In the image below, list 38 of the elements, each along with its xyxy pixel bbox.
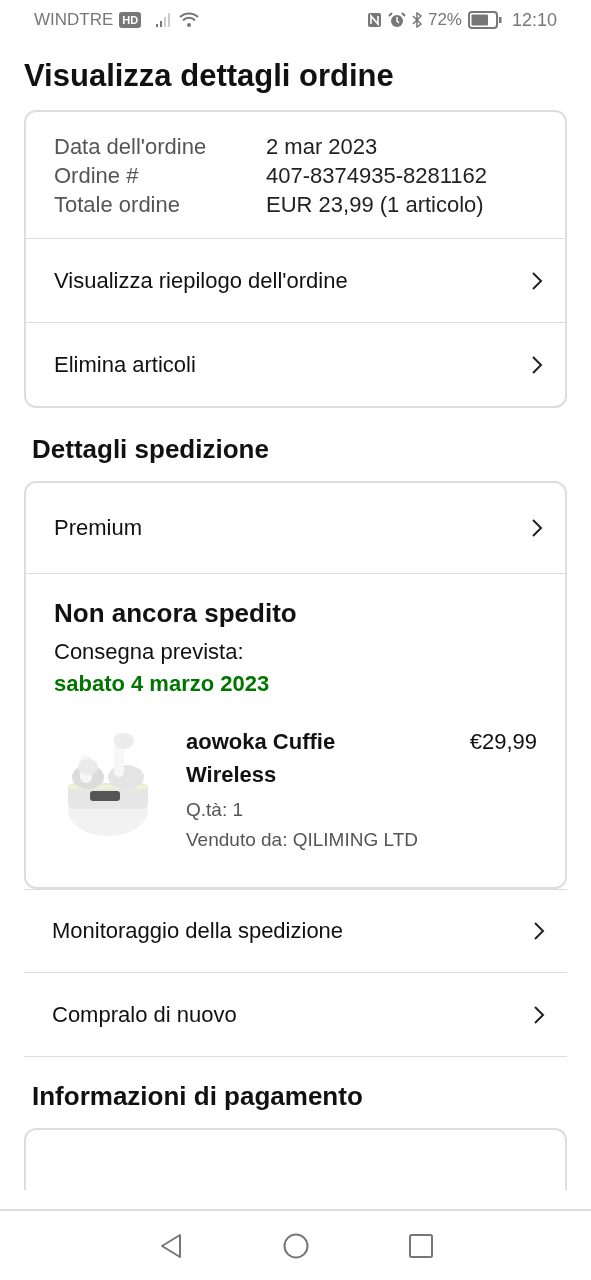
field-value: 2 mar 2023 (266, 134, 379, 160)
chevron-icon (531, 270, 543, 291)
field-label: Totale ordine (54, 192, 181, 218)
bluetooth-icon (411, 12, 422, 28)
chevron-icon (531, 518, 543, 538)
link-row[interactable]: Visualizza riepilogo dell'ordine (26, 238, 565, 322)
alarm-icon (387, 12, 406, 28)
delivery-label: Consegna prevista: (54, 639, 245, 665)
link-row[interactable]: Elimina articoli (26, 322, 565, 406)
link-row[interactable]: Compralo di nuovo (24, 973, 567, 1057)
chevron-icon (531, 354, 543, 375)
battery-icon (467, 11, 502, 29)
product-name[interactable]: aowoka Cuffie Wireless (186, 725, 386, 791)
chevron-icon (533, 1004, 545, 1025)
hd-badge: HD (119, 12, 142, 28)
page-title: Visualizza dettagli ordine (24, 58, 395, 94)
shipment-status: Non ancora spedito (54, 598, 298, 629)
nfc-icon (366, 12, 382, 28)
chevron-icon (533, 921, 545, 941)
section-heading: Informazioni di pagamento (32, 1081, 364, 1112)
field-label: Data dell'ordine (54, 134, 208, 160)
delivery-date: sabato 4 marzo 2023 (54, 671, 271, 697)
field-value: EUR 23,99 (1 articolo) (266, 192, 485, 218)
carrier-name: WINDTRE (34, 10, 114, 30)
recents-icon[interactable] (408, 1233, 433, 1258)
section-heading: Dettagli spedizione (32, 434, 270, 465)
back-icon[interactable] (158, 1232, 183, 1259)
clock-time: 12:10 (511, 9, 557, 31)
product-price: €29,99 (469, 728, 537, 756)
link-row[interactable]: Premium (26, 483, 565, 573)
home-icon[interactable] (282, 1232, 309, 1259)
link-row[interactable]: Monitoraggio della spedizione (24, 889, 567, 973)
field-label: Ordine # (54, 163, 140, 189)
field-value: 407-8374935-8281162 (266, 163, 489, 189)
battery-percent: 72% (427, 10, 462, 30)
seller-text: Venduto da: QILIMING LTD (186, 829, 419, 851)
quantity-text: Q.tà: 1 (186, 799, 245, 821)
wifi-icon (179, 12, 200, 28)
